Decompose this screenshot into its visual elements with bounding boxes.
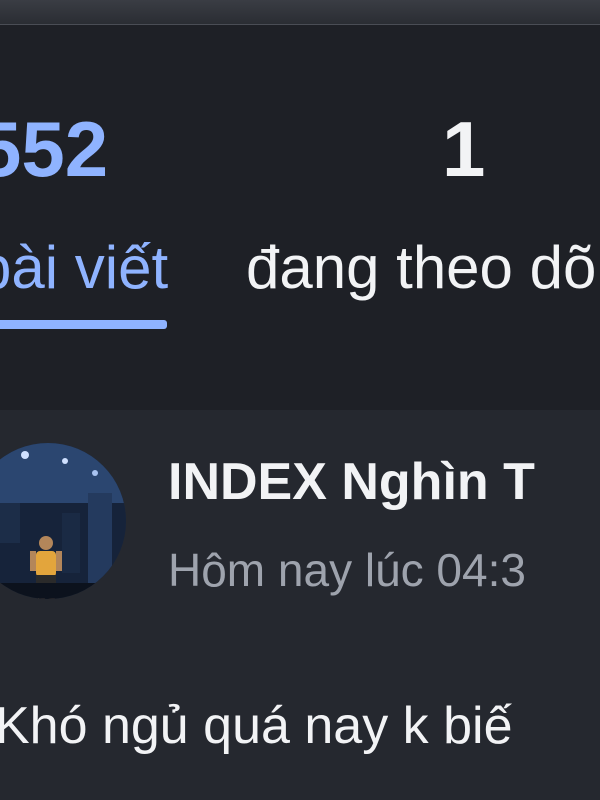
- following-label: đang theo dõi: [246, 234, 600, 301]
- avatar[interactable]: [0, 443, 126, 599]
- profile-stats: 552 bài viết 1 đang theo dõi: [0, 25, 600, 410]
- author-name[interactable]: INDEX Nghìn T: [168, 456, 535, 508]
- active-tab-indicator: [0, 320, 167, 329]
- post-text: Khó ngủ quá nay k biế: [0, 697, 513, 755]
- posts-label: bài viết: [0, 234, 169, 301]
- avatar-photo: [0, 443, 126, 599]
- post-timestamp[interactable]: Hôm nay lúc 04:3: [168, 547, 526, 593]
- post-item: INDEX Nghìn T Hôm nay lúc 04:3 Khó ngủ q…: [0, 410, 600, 800]
- top-bar: [0, 0, 600, 25]
- posts-count: 552: [0, 105, 109, 193]
- page: 552 bài viết 1 đang theo dõi: [0, 0, 600, 800]
- following-count: 1: [442, 105, 486, 193]
